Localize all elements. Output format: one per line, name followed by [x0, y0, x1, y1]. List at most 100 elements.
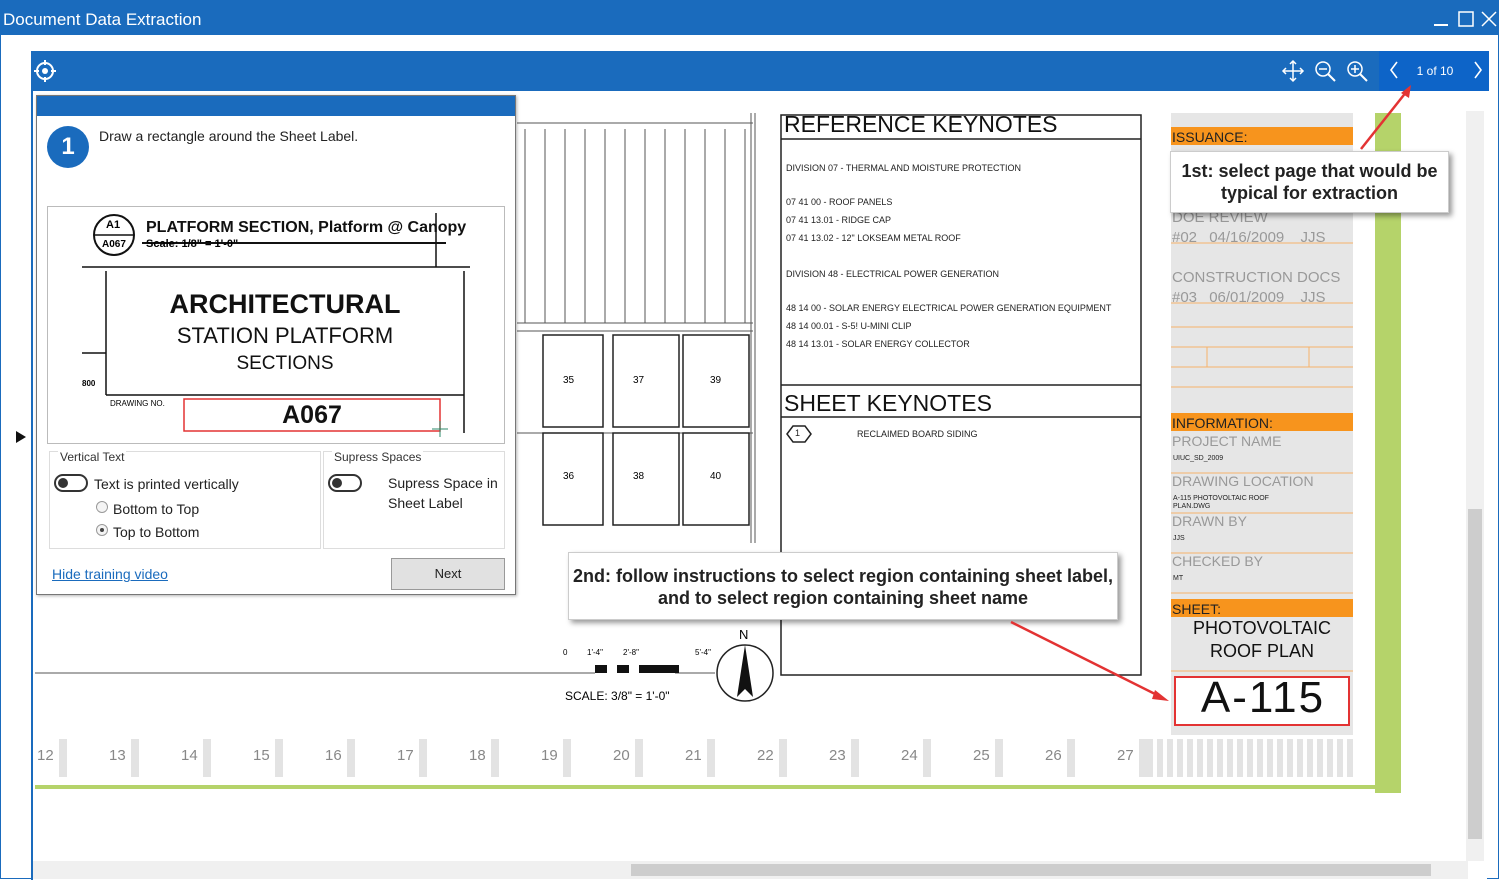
drawn-by-value: JJS	[1173, 535, 1185, 542]
panel-number: 37	[633, 375, 645, 386]
viewer-toolbar: 1 of 10	[33, 51, 1489, 91]
target-icon[interactable]	[33, 59, 57, 83]
issuance-number: #03	[1172, 289, 1198, 306]
scale-tick: 5'-4"	[695, 648, 711, 657]
group-label: Vertical Text	[58, 450, 127, 464]
preview-drawing-no: A067	[282, 401, 342, 429]
vertical-text-toggle[interactable]	[54, 474, 88, 492]
issuance-row-2: #03 06/01/2009 JJS	[1172, 289, 1325, 306]
information-header: INFORMATION:	[1172, 415, 1273, 431]
horizontal-scrollbar[interactable]	[33, 861, 1468, 879]
radio-top-to-bottom[interactable]	[96, 524, 108, 536]
ruler-label: 27	[1117, 747, 1134, 764]
reference-keynotes-list: DIVISION 07 - THERMAL AND MOISTURE PROTE…	[786, 159, 1111, 353]
close-icon[interactable]	[1479, 9, 1499, 29]
ruler-label: 15	[253, 747, 270, 764]
supress-spaces-group: Supress Spaces Supress Space in Sheet La…	[323, 450, 505, 549]
ref-line: 07 41 00 - ROOF PANELS	[786, 197, 893, 207]
preview-line-3: SECTIONS	[236, 353, 334, 374]
chevron-right-icon[interactable]	[1471, 57, 1485, 89]
preview-drawing-no-label: DRAWING NO.	[110, 399, 165, 408]
preview-side-number: 800	[82, 379, 96, 388]
preview-section-title: PLATFORM SECTION, Platform @ Canopy	[146, 219, 467, 236]
ruler-label: 22	[757, 747, 774, 764]
preview-line-2: STATION PLATFORM	[176, 323, 394, 348]
panel-number: 40	[710, 471, 722, 482]
construction-docs-label: CONSTRUCTION DOCS	[1172, 269, 1341, 286]
ruler-label: 25	[973, 747, 990, 764]
scrollbar-thumb[interactable]	[1468, 509, 1482, 839]
step-instruction: Draw a rectangle around the Sheet Label.	[99, 128, 359, 144]
issuance-date: 06/01/2009	[1209, 289, 1285, 306]
zoom-in-icon[interactable]	[1345, 59, 1369, 83]
pan-icon[interactable]	[1281, 59, 1305, 83]
zoom-out-icon[interactable]	[1313, 59, 1337, 83]
ruler-label: 20	[613, 747, 630, 764]
ref-line: 48 14 13.01 - SOLAR ENERGY COLLECTOR	[786, 339, 970, 349]
panel-number: 39	[710, 375, 722, 386]
ref-line: DIVISION 07 - THERMAL AND MOISTURE PROTE…	[786, 163, 1022, 173]
ruler-label: 13	[109, 747, 126, 764]
scale-tick: 0	[563, 648, 568, 657]
toggle-label: Text is printed vertically	[94, 476, 239, 492]
north-arrow-label: N	[739, 627, 749, 642]
issuance-by: JJS	[1300, 229, 1326, 246]
window-title: Document Data Extraction	[3, 10, 202, 29]
reference-keynotes-title: REFERENCE KEYNOTES	[784, 111, 1058, 137]
preview-scale: Scale: 1/8" = 1'-0"	[146, 238, 239, 250]
app-window: Document Data Extraction 1 of 10 REFEREN…	[0, 0, 1499, 880]
vertical-scrollbar[interactable]	[1466, 111, 1484, 861]
toggle-label: Supress Space in Sheet Label	[388, 475, 498, 511]
page-indicator: 1 of 10	[1416, 64, 1454, 78]
supress-spaces-toggle[interactable]	[328, 474, 362, 492]
preview-detail-number: A1	[106, 219, 121, 231]
minimize-icon[interactable]	[1431, 9, 1451, 29]
issuance-row-1: #02 04/16/2009 JJS	[1172, 229, 1325, 246]
panel-number: 36	[563, 471, 575, 482]
scale-text: SCALE: 3/8" = 1'-0"	[565, 689, 670, 703]
project-name-value: UIUC_SD_2009	[1173, 455, 1224, 462]
scrollbar-thumb[interactable]	[631, 864, 1431, 876]
hide-training-video-link[interactable]: Hide training video	[52, 566, 168, 582]
sheet-number: A-115	[1200, 673, 1326, 722]
training-preview: A1 A067 PLATFORM SECTION, Platform @ Can…	[47, 206, 505, 444]
issuance-date: 04/16/2009	[1209, 229, 1285, 246]
scale-tick: 1'-4"	[587, 648, 603, 657]
title-bar: Document Data Extraction	[1, 1, 1498, 35]
ruler-label: 24	[901, 747, 918, 764]
training-panel: 1 Draw a rectangle around the Sheet Labe…	[36, 95, 516, 595]
ruler-label: 14	[181, 747, 198, 764]
ref-line: 48 14 00 - SOLAR ENERGY ELECTRICAL POWER…	[786, 303, 1112, 313]
drawing-location-value: A-115 PHOTOVOLTAIC ROOF PLAN.DWG	[1173, 495, 1269, 510]
checked-by-label: CHECKED BY	[1172, 553, 1264, 569]
ref-line: DIVISION 48 - ELECTRICAL POWER GENERATIO…	[786, 269, 1000, 279]
ruler-label: 18	[469, 747, 486, 764]
ruler-label: 26	[1045, 747, 1062, 764]
ruler-label: 12	[37, 747, 54, 764]
issuance-header: ISSUANCE:	[1172, 129, 1248, 145]
sheet-keynote-number: 1	[795, 428, 801, 438]
preview-detail-sheet: A067	[102, 239, 126, 250]
vertical-text-group: Vertical Text Text is printed vertically…	[49, 450, 321, 549]
radio-bottom-to-top[interactable]	[96, 501, 108, 513]
issuance-number: #02	[1172, 229, 1198, 246]
sheet-keynote-text: RECLAIMED BOARD SIDING	[857, 429, 978, 439]
page-navigator: 1 of 10	[1379, 51, 1489, 91]
sheet-header: SHEET:	[1172, 601, 1222, 617]
project-name-label: PROJECT NAME	[1172, 433, 1282, 449]
radio-label: Top to Bottom	[113, 524, 200, 540]
panel-number: 38	[633, 471, 645, 482]
callout-second: 2nd: follow instructions to select regio…	[568, 552, 1118, 620]
ref-line: 07 41 13.01 - RIDGE CAP	[786, 215, 892, 225]
sheet-keynotes-title: SHEET KEYNOTES	[784, 390, 992, 416]
preview-line-1: ARCHITECTURAL	[169, 289, 401, 319]
drawn-by-label: DRAWN BY	[1172, 513, 1247, 529]
panel-number: 35	[563, 375, 575, 386]
checked-by-value: MT	[1173, 575, 1184, 582]
group-label: Supress Spaces	[332, 450, 424, 464]
maximize-icon[interactable]	[1456, 9, 1476, 29]
sheet-name: PHOTOVOLTAIC ROOF PLAN	[1192, 618, 1332, 661]
panel-header	[37, 96, 515, 116]
next-button[interactable]: Next	[391, 558, 505, 590]
chevron-left-icon[interactable]	[1387, 57, 1401, 89]
